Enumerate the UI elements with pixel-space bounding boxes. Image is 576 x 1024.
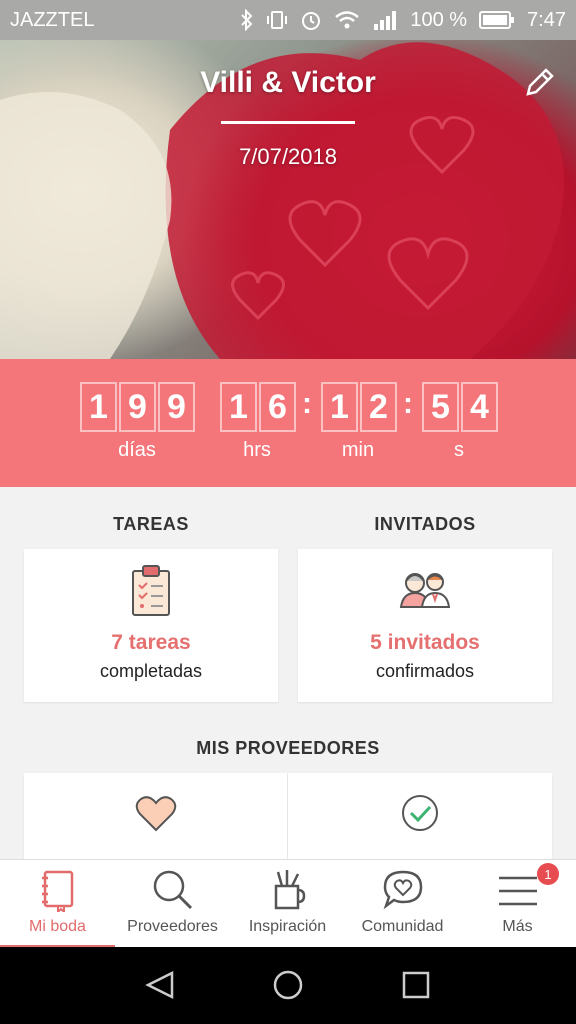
nav-mi-boda[interactable]: Mi boda — [0, 860, 115, 948]
guests-subtitle: confirmados — [375, 661, 475, 681]
nav-label: Mi boda — [29, 918, 86, 935]
countdown-separator: : — [403, 387, 413, 420]
nav-proveedores[interactable]: Proveedores — [115, 860, 230, 948]
clipboard-checklist-icon — [129, 563, 173, 622]
countdown-days-digit: 1 — [80, 382, 117, 432]
status-icons: 100 % 7:47 — [240, 9, 566, 32]
notification-badge: 1 — [537, 863, 559, 885]
battery-icon — [479, 10, 515, 30]
nav-label: Más — [502, 918, 533, 935]
search-icon — [151, 868, 195, 917]
carrier-name: JAZZTEL — [10, 8, 95, 31]
vendor-card[interactable] — [288, 773, 552, 859]
couple-names: Villi & Victor — [200, 66, 376, 99]
title-divider — [221, 121, 355, 124]
tasks-title: TAREAS — [113, 514, 189, 534]
edit-icon[interactable] — [522, 66, 556, 100]
countdown-seconds-digit: 4 — [461, 382, 498, 432]
vendor-card[interactable] — [24, 773, 287, 859]
wedding-date: 7/07/2018 — [239, 144, 337, 169]
countdown-days-digit: 9 — [158, 382, 195, 432]
countdown-hours-label: hrs — [243, 439, 271, 461]
system-navigation-bar — [0, 947, 576, 1024]
nav-inspiracion[interactable]: Inspiración — [230, 860, 345, 948]
status-bar: JAZZTEL 100 % 7:47 — [0, 0, 576, 40]
countdown-seconds-digit: 5 — [422, 382, 459, 432]
couple-icon — [397, 569, 453, 614]
nav-label: Proveedores — [127, 918, 218, 935]
countdown-separator: : — [302, 387, 312, 420]
wedding-countdown: 1 9 9 1 6 : 1 2 : 5 4 días hrs min s — [0, 359, 576, 487]
countdown-hours-digit: 6 — [259, 382, 296, 432]
back-icon[interactable] — [144, 969, 176, 1006]
signal-icon — [372, 9, 398, 31]
countdown-seconds-label: s — [454, 439, 464, 461]
tasks-subtitle: completadas — [99, 661, 203, 681]
nav-label: Comunidad — [361, 918, 444, 935]
tasks-count: 7 tareas — [111, 631, 191, 654]
menu-icon — [497, 874, 539, 913]
alarm-icon — [300, 9, 322, 31]
nav-label: Inspiración — [248, 918, 327, 935]
vendors-title: MIS PROVEEDORES — [196, 738, 380, 758]
countdown-hours-digit: 1 — [220, 382, 257, 432]
guests-card[interactable]: 5 invitados confirmados — [298, 549, 552, 702]
home-icon[interactable] — [272, 969, 304, 1006]
countdown-minutes-digit: 2 — [360, 382, 397, 432]
countdown-minutes-label: min — [341, 439, 375, 461]
nav-mas[interactable]: 1 Más — [460, 860, 575, 948]
wifi-icon — [334, 9, 360, 31]
countdown-days-label: días — [118, 439, 156, 461]
bluetooth-icon — [240, 9, 254, 31]
recents-icon[interactable] — [400, 969, 432, 1006]
bottom-navigation: Mi boda Proveedores Inspiración Comunida… — [0, 859, 576, 948]
heart-icon — [135, 795, 177, 838]
vibrate-icon — [266, 9, 288, 31]
tasks-card[interactable]: 7 tareas completadas — [24, 549, 278, 702]
battery-percent: 100 % — [410, 8, 468, 31]
cover-photo: Villi & Victor 7/07/2018 — [0, 40, 576, 359]
clock-time: 7:47 — [527, 8, 566, 31]
notebook-icon — [40, 868, 76, 917]
guests-count: 5 invitados — [370, 631, 480, 654]
check-circle-icon — [400, 793, 440, 838]
pencil-cup-icon — [270, 868, 306, 917]
nav-comunidad[interactable]: Comunidad — [345, 860, 460, 948]
countdown-days-digit: 9 — [119, 382, 156, 432]
guests-title: INVITADOS — [374, 514, 476, 534]
countdown-minutes-digit: 1 — [321, 382, 358, 432]
chat-heart-icon — [381, 868, 425, 917]
